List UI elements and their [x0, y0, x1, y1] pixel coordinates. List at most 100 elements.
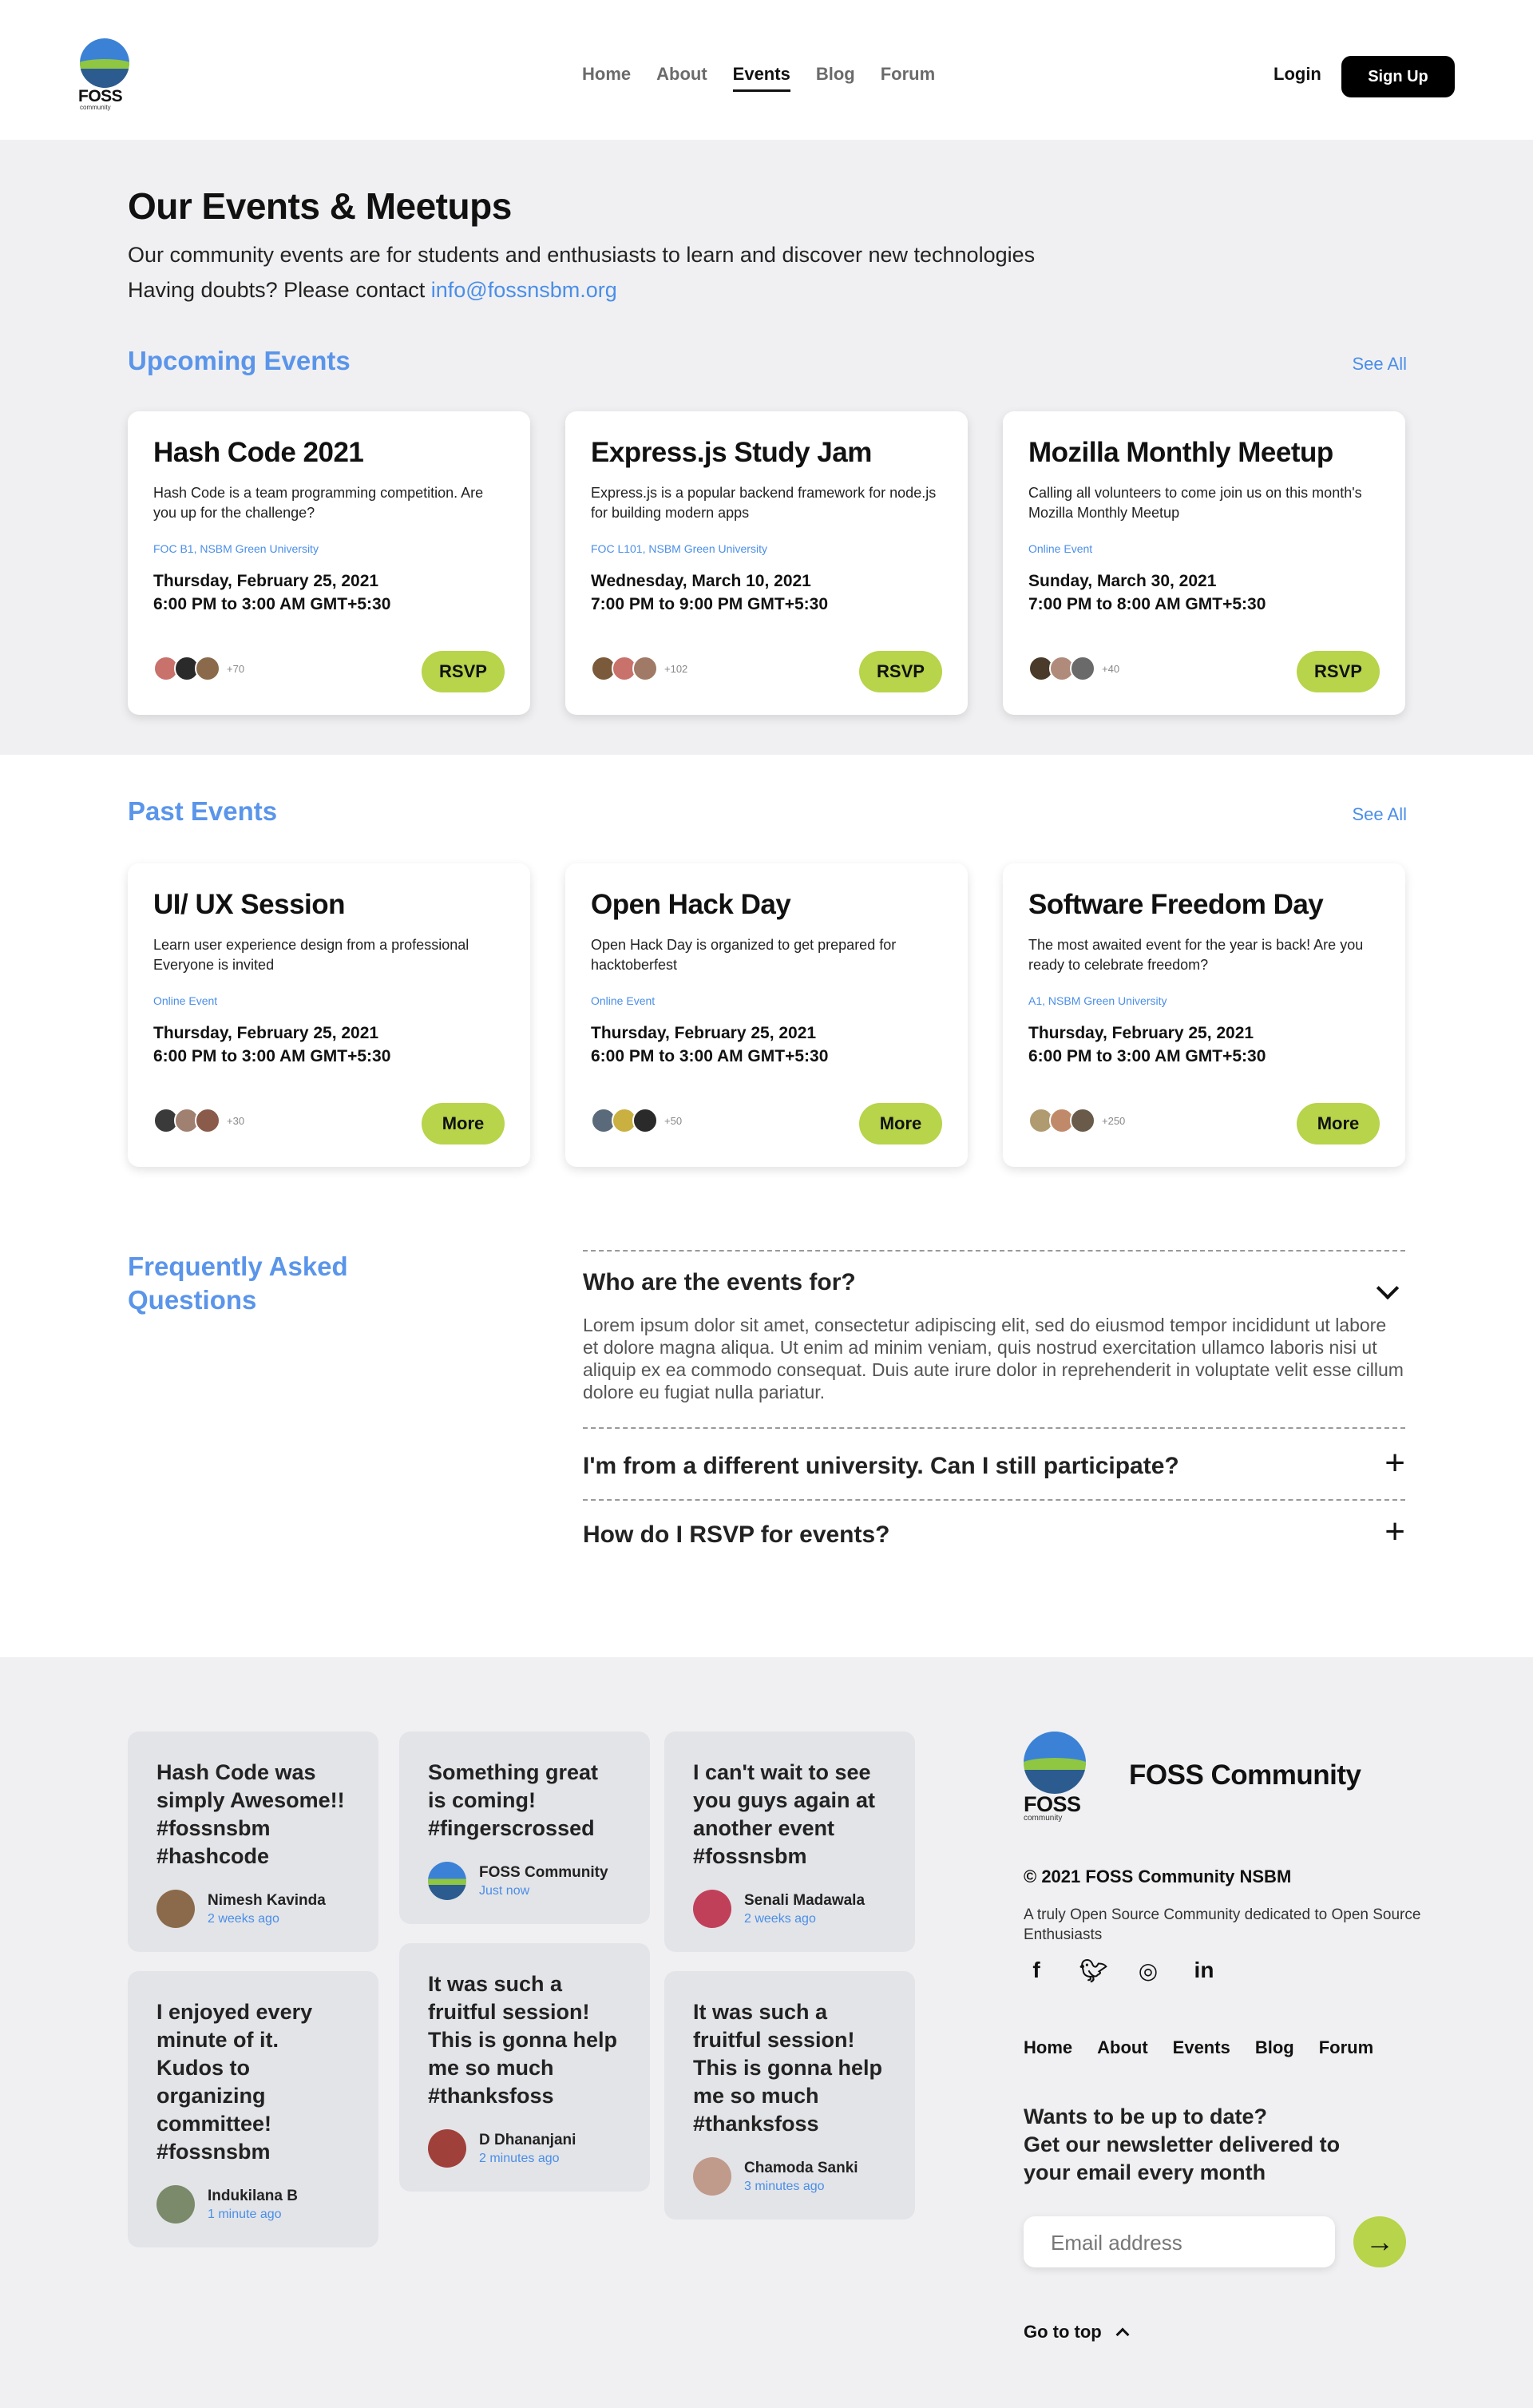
faq-question[interactable]: I'm from a different university. Can I s…	[583, 1429, 1405, 1499]
twitter-icon[interactable]: 🐦︎	[1079, 1958, 1108, 1984]
upcoming-section: Our Events & Meetups Our community event…	[0, 140, 1533, 755]
faq-question[interactable]: How do I RSVP for events?	[583, 1501, 1405, 1568]
faq-item[interactable]: I'm from a different university. Can I s…	[583, 1427, 1405, 1499]
upcoming-cards: Hash Code 2021 Hash Code is a team progr…	[128, 411, 1405, 715]
past-see-all-link[interactable]: See All	[1353, 804, 1408, 825]
rsvp-button[interactable]: RSVP	[422, 651, 505, 692]
nav-about[interactable]: About	[656, 64, 707, 92]
avatar	[1070, 656, 1095, 681]
event-time: 6:00 PM to 3:00 AM GMT+5:30	[591, 1047, 829, 1065]
faq-item[interactable]: How do I RSVP for events? +	[583, 1499, 1405, 1568]
attendee-avatars: +30	[153, 1108, 244, 1133]
more-button[interactable]: More	[859, 1103, 942, 1144]
avatar	[156, 1890, 195, 1928]
email-input[interactable]: Email address	[1024, 2216, 1335, 2267]
rsvp-button[interactable]: RSVP	[1297, 651, 1380, 692]
plus-icon[interactable]: +	[1384, 1446, 1405, 1481]
event-description: Hash Code is a team programming competit…	[153, 485, 484, 521]
attendee-count: +70	[227, 662, 245, 675]
post-time: 2 minutes ago	[479, 2151, 560, 2165]
instagram-icon[interactable]: ◎	[1135, 1958, 1161, 1984]
intro-text: Our community events are for students an…	[128, 237, 1035, 307]
login-link[interactable]: Login	[1274, 64, 1321, 85]
event-card[interactable]: Software Freedom Day The most awaited ev…	[1003, 863, 1405, 1167]
linkedin-icon[interactable]: in	[1191, 1958, 1217, 1984]
event-card[interactable]: UI/ UX Session Learn user experience des…	[128, 863, 530, 1167]
event-card[interactable]: Hash Code 2021 Hash Code is a team progr…	[128, 411, 530, 715]
testimonial-text: I enjoyed every minute of it. Kudos to o…	[156, 2000, 313, 2164]
user-name: Nimesh Kavinda	[208, 1891, 326, 1909]
event-datetime: Thursday, February 25, 2021 6:00 PM to 3:…	[1028, 1022, 1380, 1068]
footer-link-home[interactable]: Home	[1024, 2037, 1072, 2058]
event-date: Wednesday, March 10, 2021	[591, 572, 811, 590]
event-title: Software Freedom Day	[1028, 889, 1324, 920]
go-to-top-link[interactable]: Go to top	[1024, 2322, 1130, 2343]
arrow-right-icon: →	[1365, 2225, 1394, 2258]
more-button[interactable]: More	[1297, 1103, 1380, 1144]
avatar	[693, 2157, 731, 2196]
foss-logo[interactable]: FOSS community	[78, 38, 131, 112]
footer-link-about[interactable]: About	[1097, 2037, 1148, 2058]
event-time: 6:00 PM to 3:00 AM GMT+5:30	[153, 1047, 391, 1065]
chevron-up-icon	[1115, 2327, 1130, 2342]
newsletter-line: Get our newsletter delivered to	[1024, 2132, 1341, 2156]
avatar	[195, 656, 220, 681]
testimonial-text: I can't wait to see you guys again at an…	[693, 1760, 876, 1868]
avatar	[1070, 1108, 1095, 1133]
footer-link-events[interactable]: Events	[1173, 2037, 1230, 2058]
avatar	[632, 656, 658, 681]
go-to-top-label: Go to top	[1024, 2322, 1102, 2342]
more-button[interactable]: More	[422, 1103, 505, 1144]
user-name: Chamoda Sanki	[744, 2159, 858, 2176]
attendee-count: +30	[227, 1114, 245, 1127]
attendee-count: +102	[664, 662, 688, 675]
event-title: UI/ UX Session	[153, 889, 346, 920]
avatar	[693, 1890, 731, 1928]
post-time: 1 minute ago	[208, 2207, 282, 2221]
faq-question[interactable]: Who are the events for?	[583, 1252, 1405, 1314]
testimonial-column: Hash Code was simply Awesome!! #fossnsbm…	[128, 1732, 378, 2267]
past-cards: UI/ UX Session Learn user experience des…	[128, 863, 1405, 1167]
footer-brand-name: FOSS Community	[1129, 1759, 1361, 1791]
page-title: Our Events & Meetups	[128, 185, 512, 227]
event-card[interactable]: Open Hack Day Open Hack Day is organized…	[565, 863, 968, 1167]
intro-line-2: Having doubts? Please contact info@fossn…	[128, 272, 1035, 307]
event-description: The most awaited event for the year is b…	[1028, 937, 1364, 973]
testimonial-text: It was such a fruitful session! This is …	[693, 2000, 883, 2136]
event-description: Express.js is a popular backend framewor…	[591, 485, 937, 521]
avatar	[195, 1108, 220, 1133]
contact-email-link[interactable]: info@fossnsbm.org	[431, 278, 617, 302]
top-nav: FOSS community Home About Events Blog Fo…	[0, 0, 1533, 140]
signup-button[interactable]: Sign Up	[1341, 56, 1455, 97]
faq-heading-line2: Questions	[128, 1285, 257, 1315]
avatar	[428, 2129, 466, 2168]
plus-icon[interactable]: +	[1384, 1514, 1405, 1549]
event-title: Open Hack Day	[591, 889, 791, 920]
logo-subtext: community	[80, 104, 111, 111]
event-card[interactable]: Express.js Study Jam Express.js is a pop…	[565, 411, 968, 715]
footer-link-forum[interactable]: Forum	[1319, 2037, 1373, 2058]
upcoming-see-all-link[interactable]: See All	[1353, 354, 1408, 375]
footer-tagline: A truly Open Source Community dedicated …	[1024, 1906, 1421, 1943]
footer-link-blog[interactable]: Blog	[1255, 2037, 1294, 2058]
event-card[interactable]: Mozilla Monthly Meetup Calling all volun…	[1003, 411, 1405, 715]
footer: Hash Code was simply Awesome!! #fossnsbm…	[0, 1657, 1533, 2408]
event-location: A1, NSBM Green University	[1028, 994, 1167, 1007]
nav-forum[interactable]: Forum	[881, 64, 935, 92]
facebook-icon[interactable]: f	[1024, 1958, 1049, 1984]
event-location: Online Event	[153, 994, 218, 1007]
newsletter-line: your email every month	[1024, 2160, 1266, 2184]
faq-list: Who are the events for? Lorem ipsum dolo…	[583, 1250, 1405, 1568]
nav-events[interactable]: Events	[732, 64, 790, 92]
nav-home[interactable]: Home	[582, 64, 631, 92]
faq-heading-line1: Frequently Asked	[128, 1252, 348, 1281]
event-time: 6:00 PM to 3:00 AM GMT+5:30	[153, 595, 391, 613]
submit-arrow-button[interactable]: →	[1353, 2216, 1406, 2267]
user-name: D Dhananjani	[479, 2131, 576, 2148]
rsvp-button[interactable]: RSVP	[859, 651, 942, 692]
faq-item[interactable]: Who are the events for? Lorem ipsum dolo…	[583, 1250, 1405, 1427]
event-datetime: Thursday, February 25, 2021 6:00 PM to 3:…	[153, 1022, 505, 1068]
event-date: Thursday, February 25, 2021	[153, 572, 379, 590]
nav-blog[interactable]: Blog	[816, 64, 855, 92]
event-title: Mozilla Monthly Meetup	[1028, 437, 1333, 468]
